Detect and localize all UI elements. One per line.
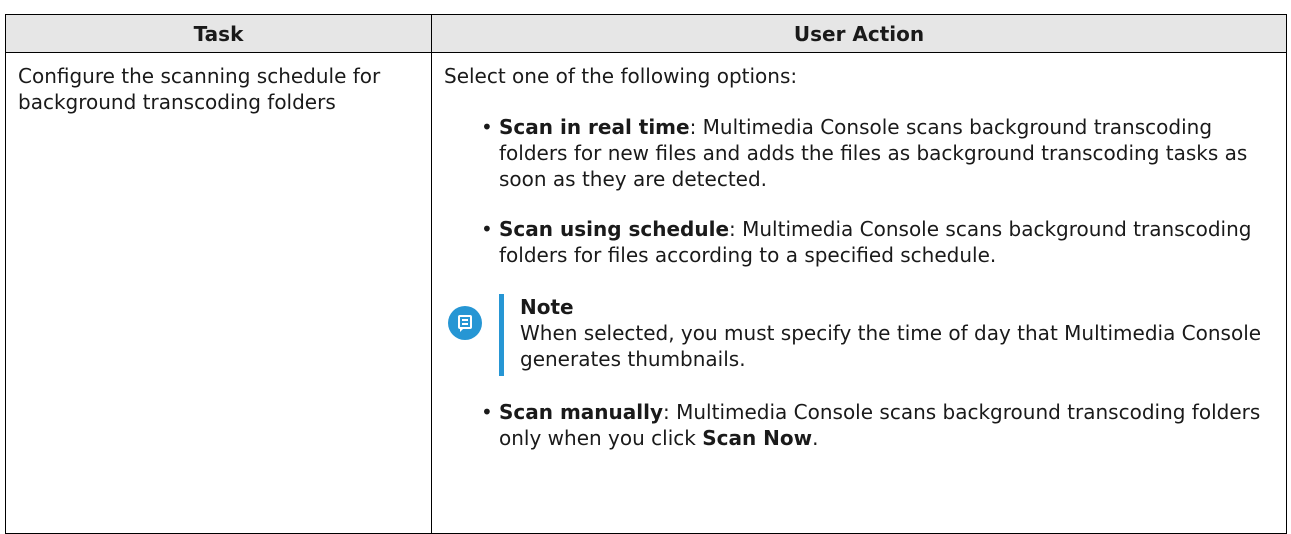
options-list: • Scan manually: Multimedia Console scan…	[444, 399, 1274, 451]
bullet: •	[481, 400, 493, 424]
option-scan-using-schedule: • Scan using schedule: Multimedia Consol…	[481, 216, 1274, 268]
task-action-table: Task User Action Configure the scanning …	[5, 14, 1287, 534]
options-intro: Select one of the following options:	[444, 64, 798, 88]
option-title: Scan using schedule	[499, 217, 730, 241]
table-row: Configure the scanning schedule for back…	[5, 52, 1287, 534]
note-title: Note	[520, 295, 574, 319]
note-icon	[448, 306, 482, 340]
task-column-header: Task	[5, 14, 432, 53]
note-body: Note When selected, you must specify the…	[520, 294, 1274, 372]
bullet: •	[481, 115, 493, 139]
scan-now-reference: Scan Now	[702, 426, 813, 450]
note-text: When selected, you must specify the time…	[520, 321, 1262, 371]
task-cell: Configure the scanning schedule for back…	[5, 52, 432, 534]
option-title: Scan in real time	[499, 115, 690, 139]
option-scan-real-time: • Scan in real time: Multimedia Console …	[481, 114, 1274, 192]
user-action-column-header: User Action	[431, 14, 1287, 53]
bullet: •	[481, 217, 493, 241]
option-title: Scan manually	[499, 400, 664, 424]
option-scan-manually: • Scan manually: Multimedia Console scan…	[481, 399, 1274, 451]
table-header-row: Task User Action	[5, 14, 1287, 53]
note-accent-bar	[499, 294, 504, 376]
note-callout: Note When selected, you must specify the…	[444, 294, 1274, 376]
options-list: • Scan in real time: Multimedia Console …	[444, 114, 1274, 268]
user-action-cell: Select one of the following options: • S…	[431, 52, 1287, 534]
option-end: .	[812, 426, 819, 450]
